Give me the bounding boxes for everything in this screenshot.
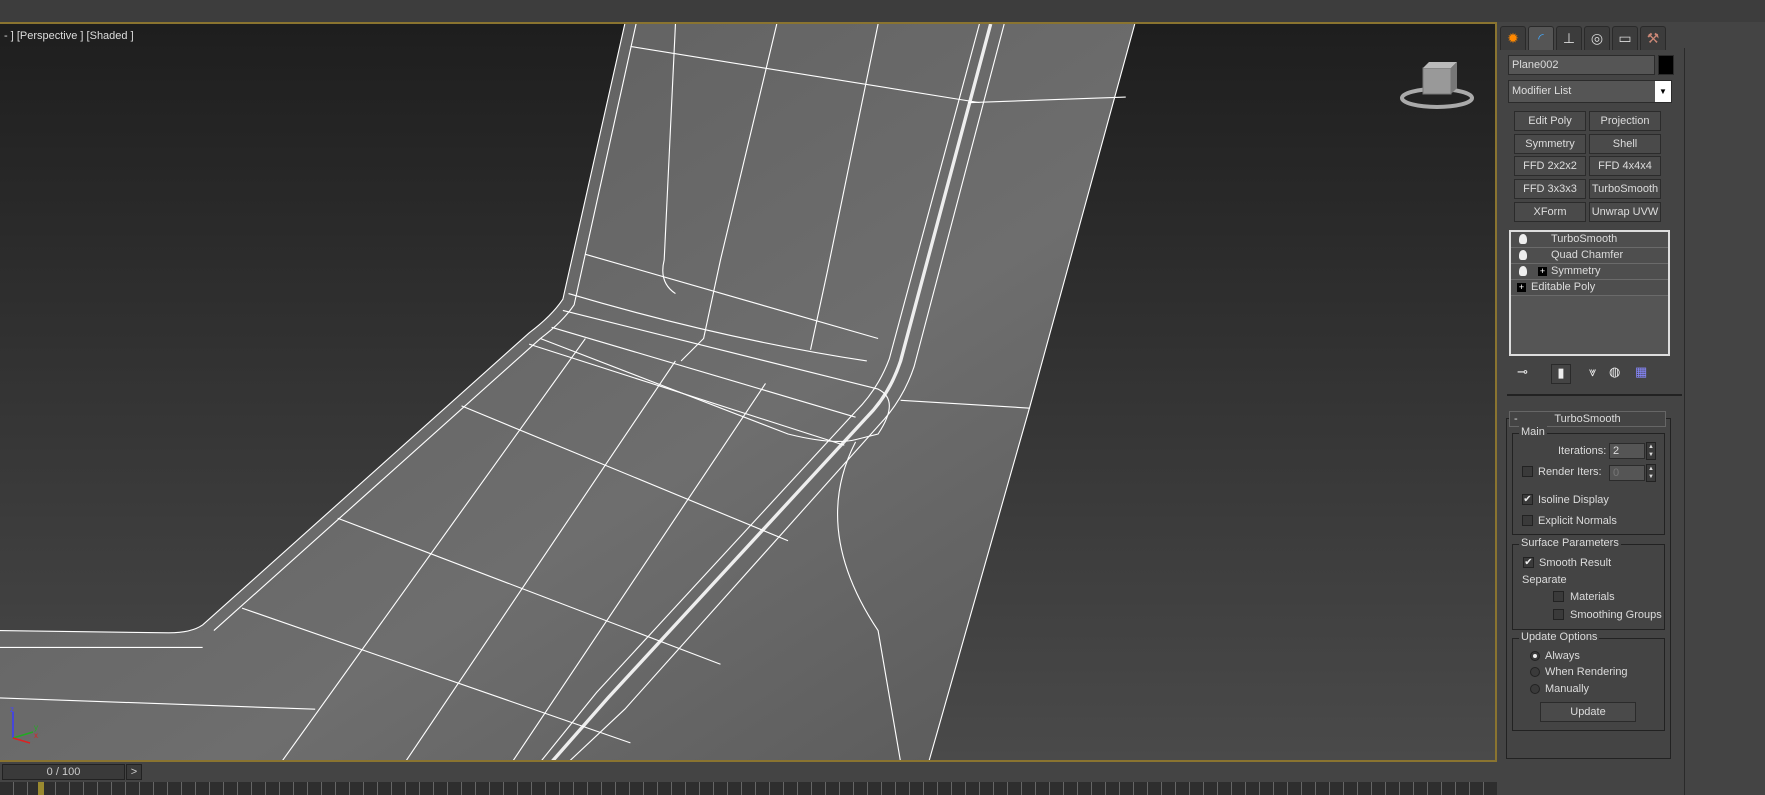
viewport-menu[interactable]: - ] bbox=[4, 30, 14, 42]
render-iters-spinner[interactable]: ▲ ▼ bbox=[1646, 464, 1656, 482]
show-end-result-icon[interactable]: ▮ bbox=[1551, 364, 1571, 384]
isoline-display-checkbox[interactable]: ✔ bbox=[1522, 494, 1533, 505]
modifier-list-dropdown[interactable]: Modifier List ▼ bbox=[1508, 80, 1672, 103]
chevron-down-icon[interactable]: ▼ bbox=[1655, 81, 1671, 102]
always-radio[interactable] bbox=[1530, 651, 1540, 661]
configure-sets-icon[interactable]: ▦ bbox=[1635, 364, 1647, 380]
main-group: Main Iterations: 2 ▲ ▼ Render Iters: 0 ▲ ▼… bbox=[1512, 426, 1665, 535]
axis-tripod-icon: z y x bbox=[10, 705, 38, 744]
make-unique-icon[interactable]: ⩔ bbox=[1589, 364, 1596, 380]
top-toolbar bbox=[0, 0, 1765, 22]
side-pane bbox=[1684, 48, 1765, 795]
hierarchy-icon: ⊥ bbox=[1562, 30, 1576, 46]
stack-item-symmetry[interactable]: + Symmetry bbox=[1511, 264, 1668, 280]
time-cursor[interactable] bbox=[38, 782, 44, 795]
smoothing-groups-checkbox[interactable] bbox=[1553, 609, 1564, 620]
iterations-input[interactable]: 2 bbox=[1609, 443, 1645, 459]
ffd-2x2x2-button[interactable]: FFD 2x2x2 bbox=[1514, 156, 1586, 176]
lightbulb-icon[interactable] bbox=[1519, 266, 1527, 276]
manually-radio[interactable] bbox=[1530, 684, 1540, 694]
viewport-pov-label[interactable]: [Perspective ] bbox=[17, 30, 84, 42]
stack-item-editable-poly[interactable]: + Editable Poly bbox=[1511, 280, 1668, 296]
stack-item-turbosmooth[interactable]: TurboSmooth bbox=[1511, 232, 1668, 248]
iterations-spinner[interactable]: ▲ ▼ bbox=[1646, 442, 1656, 460]
when-rendering-radio[interactable] bbox=[1530, 667, 1540, 677]
object-color-swatch[interactable] bbox=[1658, 55, 1674, 75]
modify-tab[interactable]: ◜ bbox=[1528, 26, 1554, 50]
xform-button[interactable]: XForm bbox=[1514, 202, 1586, 222]
ffd-4x4x4-button[interactable]: FFD 4x4x4 bbox=[1589, 156, 1661, 176]
remove-modifier-icon[interactable]: ◍ bbox=[1609, 364, 1620, 380]
modifier-stack[interactable]: TurboSmooth Quad Chamfer + Symmetry + Edit… bbox=[1509, 230, 1670, 356]
collapse-icon[interactable]: - bbox=[1514, 412, 1518, 426]
divider bbox=[1507, 394, 1682, 396]
pin-stack-icon[interactable]: ⊸ bbox=[1517, 364, 1528, 380]
rollout-header[interactable]: - TurboSmooth bbox=[1509, 411, 1666, 427]
viewport-label[interactable]: - ] [Perspective ] [Shaded ] bbox=[4, 30, 134, 42]
create-tab[interactable]: ✹ bbox=[1500, 26, 1526, 50]
track-bar[interactable] bbox=[0, 782, 1497, 795]
time-bar bbox=[0, 762, 1497, 782]
update-options-group: Update Options Always When Rendering Man… bbox=[1512, 631, 1665, 731]
viewcube-icon[interactable] bbox=[1399, 60, 1475, 110]
turbosmooth-button[interactable]: TurboSmooth bbox=[1589, 179, 1661, 199]
ffd-3x3x3-button[interactable]: FFD 3x3x3 bbox=[1514, 179, 1586, 199]
shell-button[interactable]: Shell bbox=[1589, 134, 1661, 154]
explicit-normals-checkbox[interactable] bbox=[1522, 515, 1533, 526]
expand-icon[interactable]: + bbox=[1538, 267, 1547, 276]
modify-icon: ◜ bbox=[1538, 30, 1544, 46]
rollout-title: TurboSmooth bbox=[1554, 413, 1621, 425]
display-tab[interactable]: ▭ bbox=[1612, 26, 1638, 50]
create-icon: ✹ bbox=[1507, 30, 1519, 46]
unwrap-uvw-button[interactable]: Unwrap UVW bbox=[1589, 202, 1661, 222]
svg-text:x: x bbox=[34, 731, 38, 740]
utilities-icon: ⚒ bbox=[1646, 30, 1660, 46]
render-iters-checkbox[interactable] bbox=[1522, 466, 1533, 477]
expand-icon[interactable]: + bbox=[1517, 283, 1526, 292]
smooth-result-checkbox[interactable]: ✔ bbox=[1523, 557, 1534, 568]
perspective-viewport[interactable]: - ] [Perspective ] [Shaded ] z y x bbox=[0, 22, 1497, 762]
stack-toolbar: ⊸ ▮ ⩔ ◍ ▦ bbox=[1511, 364, 1681, 384]
lightbulb-icon[interactable] bbox=[1519, 250, 1527, 260]
materials-checkbox[interactable] bbox=[1553, 591, 1564, 602]
next-frame-button[interactable]: > bbox=[126, 764, 142, 780]
svg-text:z: z bbox=[10, 705, 14, 714]
object-name-input[interactable]: Plane002 bbox=[1508, 55, 1655, 75]
surface-parameters-group: Surface Parameters ✔ Smooth Result Separ… bbox=[1512, 537, 1665, 630]
time-slider[interactable]: 0 / 100 bbox=[2, 764, 125, 780]
projection-button[interactable]: Projection bbox=[1589, 111, 1661, 131]
update-button[interactable]: Update bbox=[1540, 702, 1636, 722]
wireframe-mesh bbox=[0, 24, 1495, 760]
stack-item-quad-chamfer[interactable]: Quad Chamfer bbox=[1511, 248, 1668, 264]
symmetry-button[interactable]: Symmetry bbox=[1514, 134, 1586, 154]
render-iters-input[interactable]: 0 bbox=[1609, 465, 1645, 481]
utilities-tab[interactable]: ⚒ bbox=[1640, 26, 1666, 50]
command-panel: ✹ ◜ ⊥ ◎ ▭ ⚒ Plane002 Modifier List ▼ Edi… bbox=[1497, 22, 1685, 795]
modifier-list-label: Modifier List bbox=[1512, 85, 1572, 97]
motion-icon: ◎ bbox=[1590, 30, 1604, 46]
display-icon: ▭ bbox=[1618, 30, 1632, 46]
lightbulb-icon[interactable] bbox=[1519, 234, 1527, 244]
motion-tab[interactable]: ◎ bbox=[1584, 26, 1610, 50]
viewport-shading-label[interactable]: [Shaded ] bbox=[87, 30, 134, 42]
hierarchy-tab[interactable]: ⊥ bbox=[1556, 26, 1582, 50]
edit-poly-button[interactable]: Edit Poly bbox=[1514, 111, 1586, 131]
